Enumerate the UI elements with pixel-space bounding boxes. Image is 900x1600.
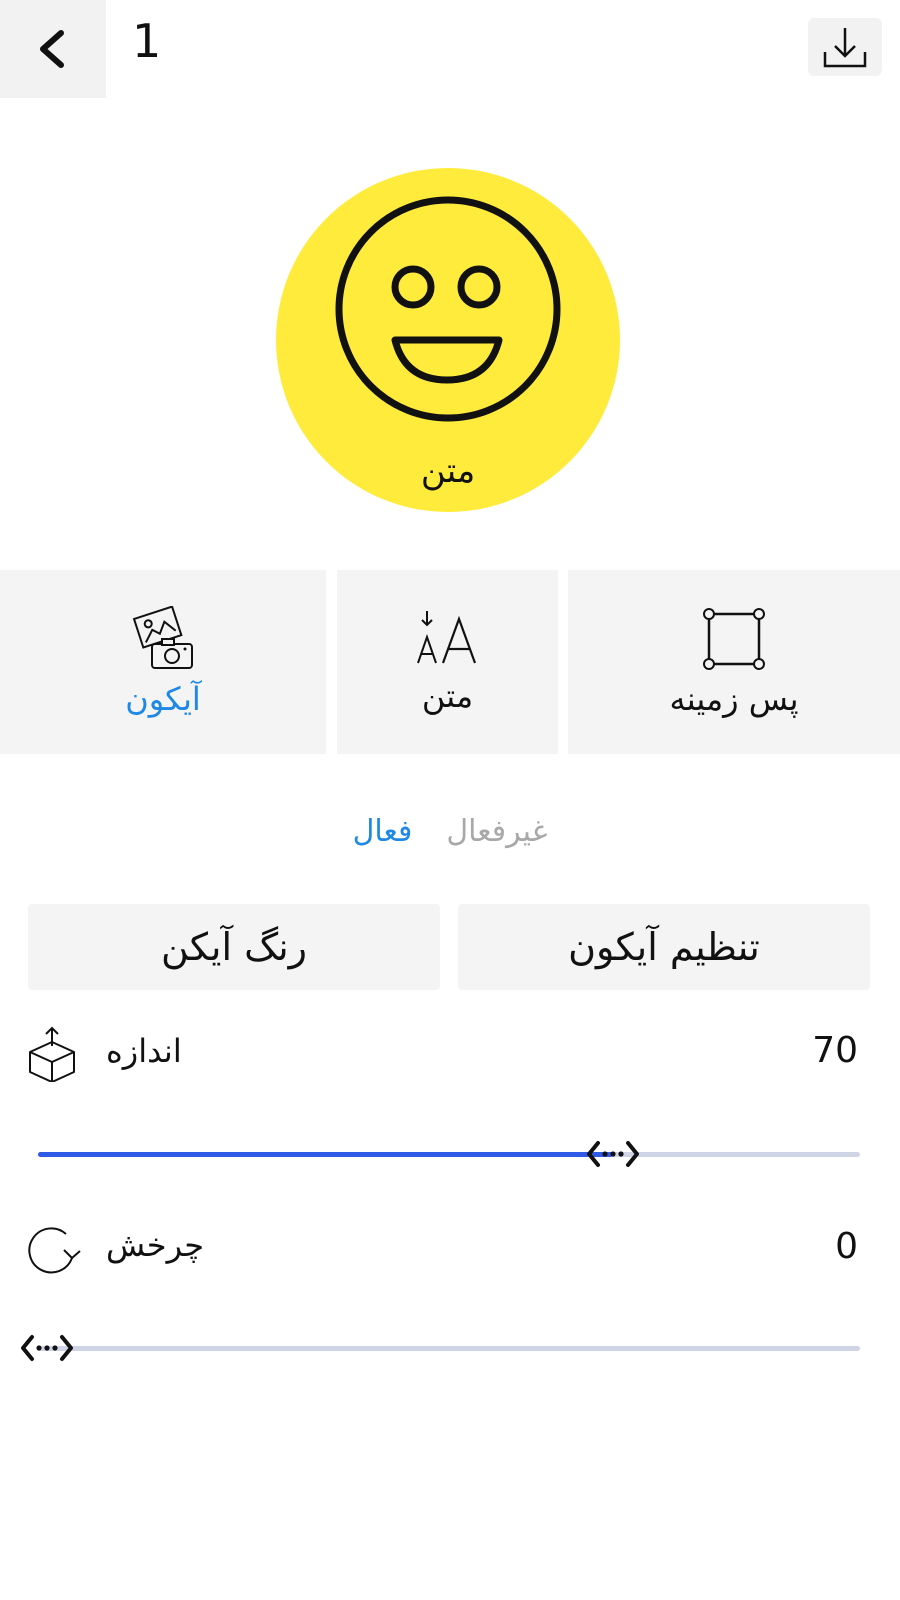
icon-settings-button[interactable]: تنظیم آیکون [458, 904, 870, 990]
toggle-active-option[interactable]: فعال [353, 814, 413, 849]
page-counter: 1 [132, 14, 162, 68]
back-button[interactable] [0, 0, 106, 98]
tool-card-icon[interactable]: آیکون [0, 570, 326, 754]
toggle-inactive-option[interactable]: غیرفعال [446, 814, 547, 849]
image-camera-icon [132, 606, 193, 669]
icon-preview: متن [276, 168, 620, 512]
bounding-box-icon [703, 608, 765, 670]
size-slider-thumb[interactable] [586, 1136, 640, 1172]
tool-label-text: متن [421, 677, 474, 715]
rotate-icon [28, 1227, 81, 1274]
text-size-icon [416, 611, 476, 664]
tool-card-background[interactable]: پس زمینه [568, 570, 900, 754]
box-size-icon [29, 1026, 75, 1082]
rotation-slider-thumb[interactable] [20, 1330, 74, 1366]
rotation-value: 0 [835, 1226, 858, 1267]
preview-text: متن [420, 451, 476, 491]
tool-label-icon: آیکون [125, 680, 201, 718]
active-toggle: فعال غیرفعال [0, 814, 900, 849]
icon-color-button[interactable]: رنگ آیکن [28, 904, 440, 990]
tool-label-background: پس زمینه [669, 680, 799, 718]
download-button[interactable] [808, 18, 882, 76]
rotation-slider-track[interactable] [38, 1346, 860, 1351]
smiley-face-icon [335, 196, 561, 422]
chevron-left-icon [40, 30, 64, 68]
rotation-label: چرخش [106, 1226, 205, 1264]
download-icon [823, 28, 867, 68]
tool-card-text[interactable]: متن [337, 570, 558, 754]
size-value: 70 [812, 1030, 858, 1071]
size-label: اندازه [106, 1032, 182, 1070]
size-slider-fill [38, 1152, 614, 1157]
